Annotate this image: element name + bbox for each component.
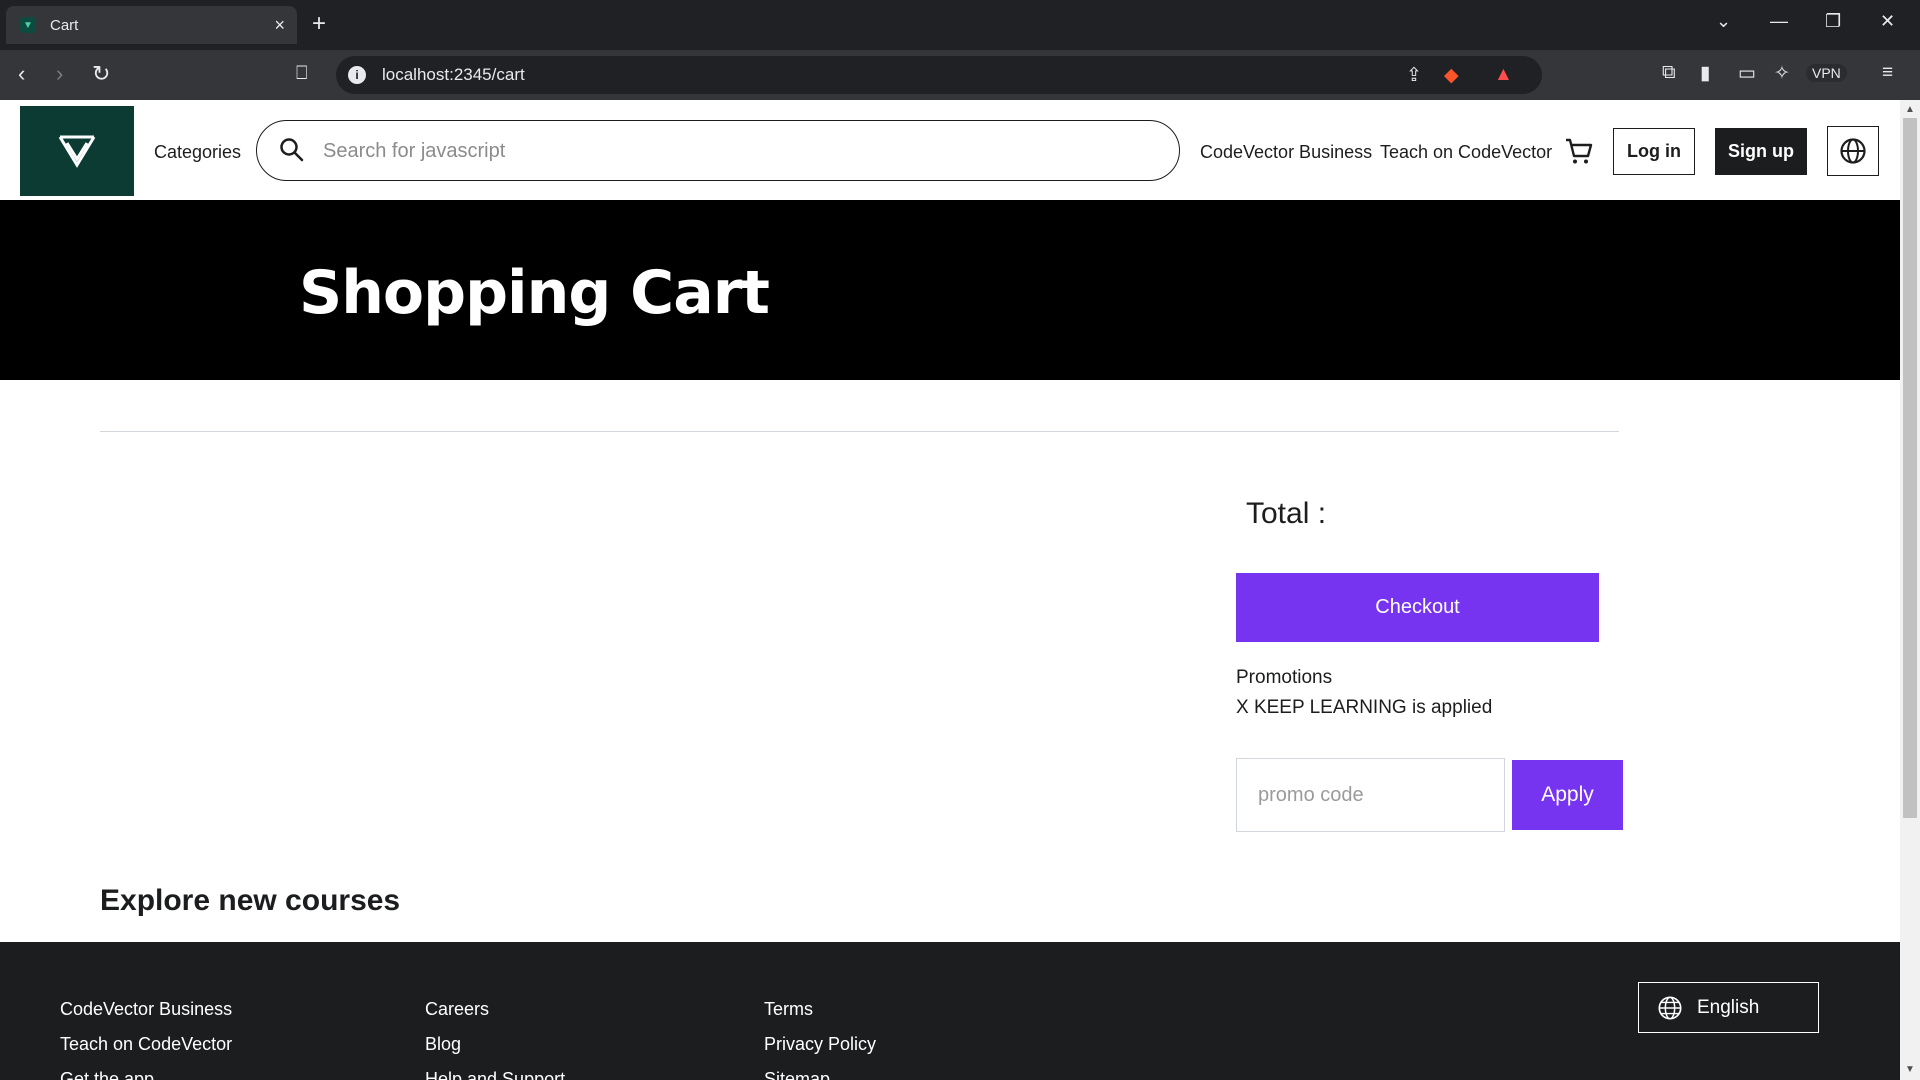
search-icon[interactable] bbox=[279, 137, 305, 163]
footer-column-2: Careers Blog Help and Support bbox=[425, 992, 565, 1080]
minimize-icon[interactable]: — bbox=[1770, 11, 1788, 32]
tab-title: Cart bbox=[50, 16, 79, 34]
search-input[interactable] bbox=[323, 135, 1143, 167]
hero-banner: Shopping Cart bbox=[0, 200, 1900, 380]
logo-icon bbox=[58, 135, 96, 168]
categories-link[interactable]: Categories bbox=[154, 142, 241, 163]
promotions-title: Promotions bbox=[1236, 667, 1333, 688]
footer-link[interactable]: Sitemap bbox=[764, 1062, 876, 1080]
reload-icon[interactable]: ↻ bbox=[92, 62, 110, 86]
forward-icon[interactable]: › bbox=[56, 62, 63, 86]
business-link[interactable]: CodeVector Business bbox=[1200, 142, 1372, 163]
footer-link[interactable]: Terms bbox=[764, 992, 876, 1027]
scrollbar-thumb[interactable] bbox=[1903, 118, 1917, 818]
login-button[interactable]: Log in bbox=[1613, 128, 1695, 175]
promo-applied-text[interactable]: X KEEP LEARNING is applied bbox=[1236, 697, 1492, 719]
extensions-icon[interactable]: ⧉ bbox=[1662, 62, 1676, 84]
bookmark-icon[interactable]: ⎕ bbox=[296, 62, 307, 86]
address-bar[interactable]: i localhost:2345/cart ⇪ ◆ ▲ bbox=[336, 56, 1542, 94]
globe-icon bbox=[1840, 138, 1866, 164]
footer-column-3: Terms Privacy Policy Sitemap bbox=[764, 992, 876, 1080]
total-label: Total : bbox=[1246, 497, 1327, 530]
checkout-button[interactable]: Checkout bbox=[1236, 573, 1599, 642]
tab-list-chevron-icon[interactable]: ⌄ bbox=[1716, 11, 1731, 32]
language-button[interactable] bbox=[1827, 126, 1879, 176]
vpn-button[interactable]: VPN bbox=[1806, 64, 1847, 82]
wallet-icon[interactable]: ▭ bbox=[1738, 62, 1756, 85]
globe-icon bbox=[1658, 995, 1682, 1020]
apply-button[interactable]: Apply bbox=[1512, 760, 1623, 830]
search-bar[interactable] bbox=[256, 120, 1180, 181]
url-text[interactable]: localhost:2345/cart bbox=[382, 65, 525, 85]
window-close-icon[interactable]: ✕ bbox=[1880, 11, 1895, 32]
teach-link[interactable]: Teach on CodeVector bbox=[1380, 142, 1552, 163]
footer-link[interactable]: CodeVector Business bbox=[60, 992, 232, 1027]
leo-ai-icon[interactable]: ✧ bbox=[1774, 62, 1790, 85]
footer-language-button[interactable]: English bbox=[1638, 982, 1819, 1033]
page-title: Shopping Cart bbox=[299, 258, 770, 328]
new-tab-button[interactable]: + bbox=[312, 10, 326, 38]
site-info-icon[interactable]: i bbox=[348, 66, 366, 84]
footer-link[interactable]: Careers bbox=[425, 992, 565, 1027]
site-header: Categories CodeVector Business Teach on … bbox=[0, 100, 1900, 200]
explore-courses-heading: Explore new courses bbox=[100, 884, 401, 917]
share-icon[interactable]: ⇪ bbox=[1406, 64, 1422, 87]
tab-close-icon[interactable]: × bbox=[274, 15, 285, 36]
brave-shields-icon[interactable]: ◆ bbox=[1444, 64, 1459, 87]
cart-icon[interactable] bbox=[1565, 137, 1593, 165]
footer-link[interactable]: Privacy Policy bbox=[764, 1027, 876, 1062]
browser-tab[interactable]: ▼ Cart × bbox=[6, 6, 297, 44]
browser-tab-bar: ▼ Cart × + ⌄ — ❐ ✕ bbox=[0, 0, 1920, 50]
site-logo[interactable] bbox=[20, 106, 134, 196]
promo-code-input[interactable] bbox=[1236, 758, 1505, 832]
footer-link[interactable]: Teach on CodeVector bbox=[60, 1027, 232, 1062]
brave-rewards-icon[interactable]: ▲ bbox=[1494, 64, 1513, 86]
footer-column-1: CodeVector Business Teach on CodeVector … bbox=[60, 992, 232, 1080]
footer-link[interactable]: Help and Support bbox=[425, 1062, 565, 1080]
site-favicon-icon: ▼ bbox=[20, 17, 36, 33]
sidebar-icon[interactable]: ▮ bbox=[1700, 62, 1710, 85]
divider bbox=[100, 431, 1619, 432]
menu-icon[interactable]: ≡ bbox=[1882, 62, 1893, 84]
restore-icon[interactable]: ❐ bbox=[1825, 11, 1841, 32]
scroll-up-icon[interactable]: ▲ bbox=[1905, 104, 1915, 115]
signup-button[interactable]: Sign up bbox=[1715, 128, 1807, 175]
back-icon[interactable]: ‹ bbox=[18, 62, 25, 86]
language-label: English bbox=[1697, 996, 1760, 1018]
footer-link[interactable]: Get the app bbox=[60, 1062, 232, 1080]
footer-link[interactable]: Blog bbox=[425, 1027, 565, 1062]
footer: CodeVector Business Teach on CodeVector … bbox=[0, 942, 1900, 1080]
scroll-down-icon[interactable]: ▼ bbox=[1905, 1064, 1915, 1075]
